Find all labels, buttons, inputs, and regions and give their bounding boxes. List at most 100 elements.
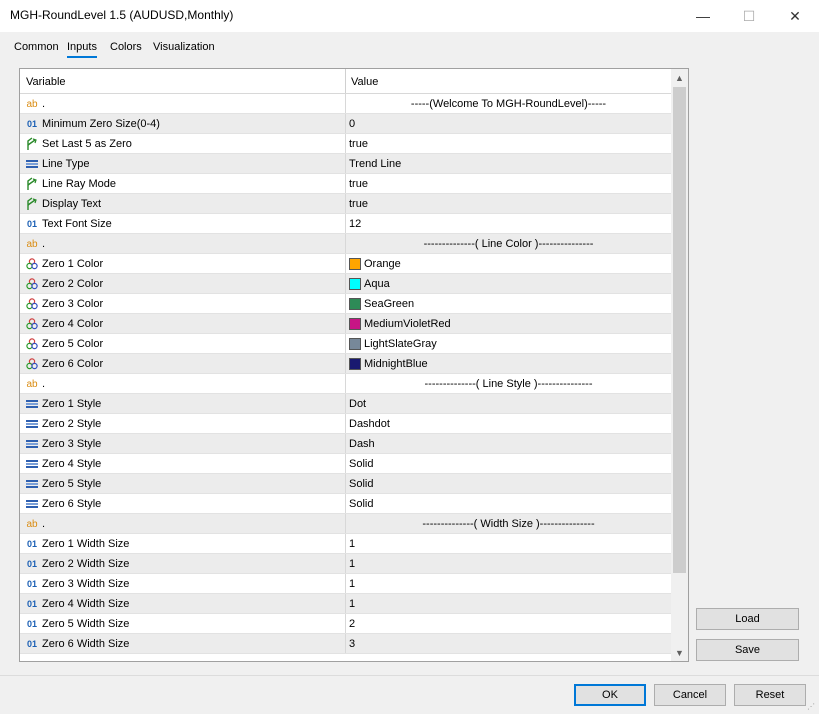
table-row[interactable]: Zero 4 Style Solid <box>20 454 671 474</box>
value-cell[interactable]: Orange <box>346 254 671 274</box>
table-row[interactable]: Zero 3 Color SeaGreen <box>20 294 671 314</box>
value-cell[interactable]: 0 <box>346 114 671 134</box>
value-cell[interactable]: 1 <box>346 534 671 554</box>
table-row[interactable]: ab. --------------( Line Style )---------… <box>20 374 671 394</box>
table-row[interactable]: 01 Zero 1 Width Size 1 <box>20 534 671 554</box>
load-button[interactable]: Load <box>696 608 799 630</box>
value-cell[interactable]: Solid <box>346 454 671 474</box>
tab-colors[interactable]: Colors <box>110 41 142 56</box>
value-cell[interactable]: Aqua <box>346 274 671 294</box>
tab-inputs[interactable]: Inputs <box>67 41 97 58</box>
table-row[interactable]: 01 Zero 3 Width Size 1 <box>20 574 671 594</box>
variable-cell[interactable]: 01 Zero 2 Width Size <box>20 554 346 574</box>
variable-cell[interactable]: 01 Minimum Zero Size(0-4) <box>20 114 346 134</box>
value-cell[interactable]: true <box>346 174 671 194</box>
variable-cell[interactable]: ab. <box>20 94 346 114</box>
value-cell[interactable]: SeaGreen <box>346 294 671 314</box>
scrollbar-thumb[interactable] <box>673 87 686 573</box>
value-cell[interactable]: Solid <box>346 494 671 514</box>
tab-visualization[interactable]: Visualization <box>153 41 215 56</box>
value-cell[interactable]: true <box>346 194 671 214</box>
table-row[interactable]: 01 Text Font Size 12 <box>20 214 671 234</box>
value-cell[interactable]: 1 <box>346 574 671 594</box>
table-row[interactable]: Zero 4 Color MediumVioletRed <box>20 314 671 334</box>
value-cell[interactable]: 1 <box>346 554 671 574</box>
variable-cell[interactable]: Zero 2 Style <box>20 414 346 434</box>
value-cell[interactable]: MediumVioletRed <box>346 314 671 334</box>
value-cell[interactable]: --------------( Line Color )------------… <box>346 234 671 254</box>
value-cell[interactable]: LightSlateGray <box>346 334 671 354</box>
variable-cell[interactable]: Display Text <box>20 194 346 214</box>
value-cell[interactable]: --------------( Width Size )------------… <box>346 514 671 534</box>
value-cell[interactable]: -----(Welcome To MGH-RoundLevel)----- <box>346 94 671 114</box>
minimize-button[interactable]: — <box>680 0 726 32</box>
variable-cell[interactable]: Line Type <box>20 154 346 174</box>
variable-cell[interactable]: 01 Zero 5 Width Size <box>20 614 346 634</box>
column-divider[interactable] <box>345 69 346 93</box>
close-button[interactable]: ✕ <box>772 0 818 32</box>
table-row[interactable]: Zero 6 Style Solid <box>20 494 671 514</box>
variable-cell[interactable]: Zero 1 Style <box>20 394 346 414</box>
value-cell[interactable]: 12 <box>346 214 671 234</box>
variable-cell[interactable]: ab. <box>20 514 346 534</box>
variable-cell[interactable]: 01 Zero 1 Width Size <box>20 534 346 554</box>
value-cell[interactable]: 2 <box>346 614 671 634</box>
variable-cell[interactable]: Zero 3 Style <box>20 434 346 454</box>
table-row[interactable]: Zero 6 Color MidnightBlue <box>20 354 671 374</box>
variable-cell[interactable]: 01 Text Font Size <box>20 214 346 234</box>
variable-cell[interactable]: Zero 5 Color <box>20 334 346 354</box>
variable-cell[interactable]: Zero 6 Style <box>20 494 346 514</box>
value-cell[interactable]: Dash <box>346 434 671 454</box>
variable-cell[interactable]: Zero 6 Color <box>20 354 346 374</box>
cancel-button[interactable]: Cancel <box>654 684 726 706</box>
variable-cell[interactable]: Zero 4 Color <box>20 314 346 334</box>
value-cell[interactable]: true <box>346 134 671 154</box>
scroll-up-icon[interactable]: ▲ <box>671 69 688 86</box>
variable-cell[interactable]: 01 Zero 6 Width Size <box>20 634 346 654</box>
column-header-variable[interactable]: Variable <box>26 69 66 93</box>
table-row[interactable]: Zero 2 Style Dashdot <box>20 414 671 434</box>
variable-cell[interactable]: Set Last 5 as Zero <box>20 134 346 154</box>
table-row[interactable]: Line Ray Mode true <box>20 174 671 194</box>
table-row[interactable]: Display Text true <box>20 194 671 214</box>
table-row[interactable]: Zero 5 Color LightSlateGray <box>20 334 671 354</box>
save-button[interactable]: Save <box>696 639 799 661</box>
table-row[interactable]: 01 Zero 2 Width Size 1 <box>20 554 671 574</box>
resize-grip-icon[interactable]: ⋰ <box>807 702 817 712</box>
variable-cell[interactable]: Zero 4 Style <box>20 454 346 474</box>
value-cell[interactable]: Dot <box>346 394 671 414</box>
vertical-scrollbar[interactable]: ▲ ▼ <box>671 69 688 661</box>
tab-common[interactable]: Common <box>14 41 59 56</box>
table-row[interactable]: Zero 1 Style Dot <box>20 394 671 414</box>
variable-cell[interactable]: 01 Zero 3 Width Size <box>20 574 346 594</box>
table-row[interactable]: Set Last 5 as Zero true <box>20 134 671 154</box>
value-cell[interactable]: Solid <box>346 474 671 494</box>
value-cell[interactable]: --------------( Line Style )------------… <box>346 374 671 394</box>
value-cell[interactable]: 3 <box>346 634 671 654</box>
value-cell[interactable]: Trend Line <box>346 154 671 174</box>
table-row[interactable]: 01 Zero 4 Width Size 1 <box>20 594 671 614</box>
variable-cell[interactable]: Zero 2 Color <box>20 274 346 294</box>
table-row[interactable]: 01 Zero 5 Width Size 2 <box>20 614 671 634</box>
table-row[interactable]: ab. --------------( Width Size )---------… <box>20 514 671 534</box>
table-row[interactable]: Zero 5 Style Solid <box>20 474 671 494</box>
table-row[interactable]: ab. --------------( Line Color )---------… <box>20 234 671 254</box>
table-row[interactable]: Line Type Trend Line <box>20 154 671 174</box>
ok-button[interactable]: OK <box>574 684 646 706</box>
reset-button[interactable]: Reset <box>734 684 806 706</box>
maximize-button[interactable]: ☐ <box>726 0 772 32</box>
table-row[interactable]: 01 Minimum Zero Size(0-4) 0 <box>20 114 671 134</box>
variable-cell[interactable]: Zero 5 Style <box>20 474 346 494</box>
value-cell[interactable]: 1 <box>346 594 671 614</box>
table-row[interactable]: 01 Zero 6 Width Size 3 <box>20 634 671 654</box>
variable-cell[interactable]: 01 Zero 4 Width Size <box>20 594 346 614</box>
table-row[interactable]: Zero 1 Color Orange <box>20 254 671 274</box>
variable-cell[interactable]: ab. <box>20 374 346 394</box>
variable-cell[interactable]: Zero 3 Color <box>20 294 346 314</box>
variable-cell[interactable]: Line Ray Mode <box>20 174 346 194</box>
table-row[interactable]: ab. -----(Welcome To MGH-RoundLevel)----- <box>20 94 671 114</box>
table-row[interactable]: Zero 3 Style Dash <box>20 434 671 454</box>
value-cell[interactable]: MidnightBlue <box>346 354 671 374</box>
scroll-down-icon[interactable]: ▼ <box>671 644 688 661</box>
value-cell[interactable]: Dashdot <box>346 414 671 434</box>
